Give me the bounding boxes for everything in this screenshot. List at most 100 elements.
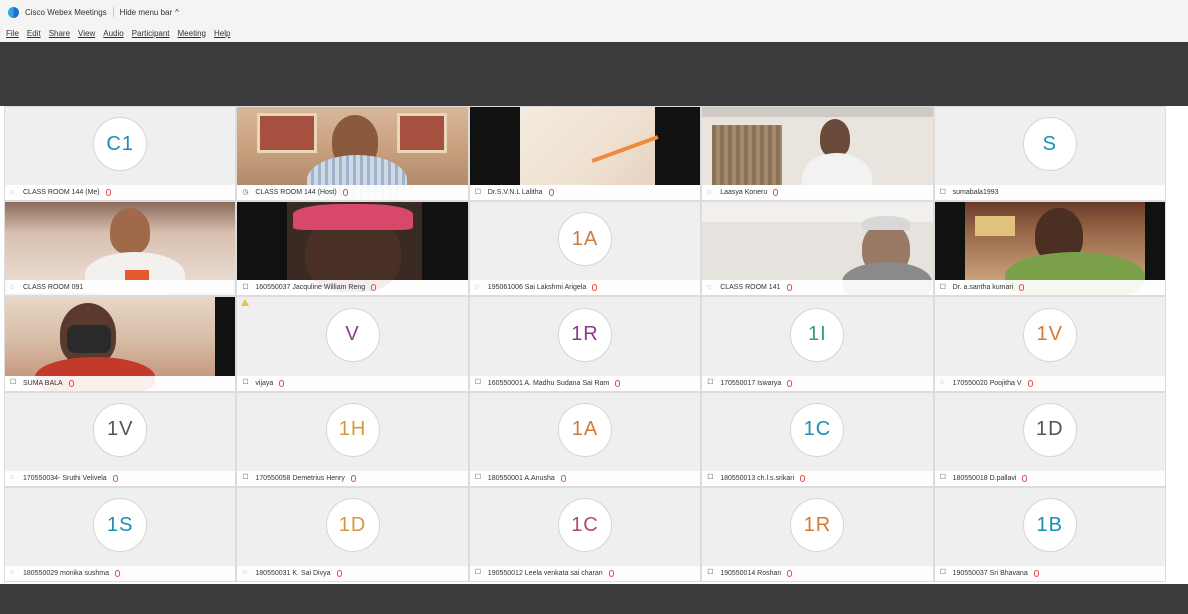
participant-tile[interactable]: 1H ☐ 170550058 Demetrius Henry — [237, 392, 468, 486]
participant-video — [469, 107, 701, 186]
app-title: Cisco Webex Meetings — [25, 7, 107, 17]
participant-tile[interactable]: ◷ CLASS ROOM 144 (Host) — [237, 107, 468, 201]
participant-avatar: 1V — [93, 402, 148, 457]
meeting-header-area — [0, 42, 1188, 106]
muted-microphone-icon — [1022, 474, 1028, 482]
participant-tile[interactable]: S ☐ sumabala1993 — [934, 107, 1165, 201]
muted-microphone-icon — [787, 379, 793, 387]
participant-tile[interactable]: 1B ☐ 190550037 Sri Bhavana — [934, 487, 1165, 581]
muted-microphone-icon — [548, 189, 554, 197]
video-icon: ☐ — [939, 569, 946, 577]
menu-item-view[interactable]: View — [78, 29, 95, 38]
participant-name: SUMA BALA — [23, 379, 63, 387]
muted-microphone-icon — [112, 474, 118, 482]
muted-microphone-icon — [1033, 569, 1039, 577]
participant-label: ☐ 160550037 Jacquline William Reng — [237, 280, 468, 296]
muted-microphone-icon — [800, 474, 806, 482]
participant-label: ◌ Laasya Koneru — [702, 185, 933, 201]
video-icon: ☐ — [10, 379, 17, 387]
muted-microphone-icon — [615, 379, 621, 387]
participant-tile[interactable]: C1 ◌ CLASS ROOM 144 (Me) — [5, 107, 236, 201]
phone-icon: ◌ — [10, 474, 15, 482]
participant-avatar: 1C — [557, 498, 612, 553]
participant-grid: C1 ◌ CLASS ROOM 144 (Me) ◷ CLASS ROOM 144 (… — [4, 106, 1166, 582]
host-icon: ◷ — [242, 188, 249, 196]
participant-tile[interactable]: 1R ☐ 190550014 Roshan — [702, 487, 933, 581]
participant-avatar: 1I — [790, 307, 845, 362]
menu-item-participant[interactable]: Participant — [132, 29, 170, 38]
participant-tile[interactable]: 1D ☐ 180550018 D.pallavi — [934, 392, 1165, 486]
participant-label: ☐ 180550013 ch.l.s.srikari — [702, 470, 933, 486]
menu-item-meeting[interactable]: Meeting — [178, 29, 206, 38]
menu-item-audio[interactable]: Audio — [103, 29, 123, 38]
participant-name: Dr. a.santha kumari — [952, 284, 1014, 292]
participant-label: ☐ 170550017 Iswarya — [702, 375, 933, 391]
participant-tile[interactable]: V ☐ vijaya — [237, 297, 468, 391]
menu-item-file[interactable]: File — [6, 29, 19, 38]
muted-microphone-icon — [608, 569, 614, 577]
participant-avatar: 1C — [790, 402, 845, 457]
participant-video — [702, 107, 933, 201]
participant-label: ☐ 170550058 Demetrius Henry — [237, 470, 468, 486]
participant-tile[interactable]: 1V ◌ 170550034- Sruthi Velivela — [5, 392, 236, 486]
menu-item-help[interactable]: Help — [214, 29, 230, 38]
participant-video — [5, 297, 236, 391]
participant-tile[interactable]: 1D ◌ 180550031 K. Sai Divya — [237, 487, 468, 581]
participant-avatar: 1D — [1022, 402, 1077, 457]
participant-name: 180550001 A.Anusha — [487, 474, 555, 482]
video-icon: ☐ — [474, 188, 482, 196]
participant-tile[interactable]: ◌ Laasya Koneru — [702, 107, 933, 201]
participant-tile[interactable]: ☐ Dr.S.V.N.L Lalitha — [469, 107, 701, 201]
participant-label: ☐ 180550001 A.Anusha — [469, 470, 701, 486]
participant-label: ◌ 195061006 Sai Lakshmi Arigela — [469, 280, 701, 296]
participant-name: 170550017 Iswarya — [720, 379, 782, 387]
participant-name: 180550018 D.pallavi — [952, 474, 1017, 482]
participant-label: ◌ 170550020 Poojitha V — [934, 375, 1165, 391]
phone-icon: ◌ — [939, 379, 944, 387]
participant-name: 190550037 Sri Bhavana — [952, 569, 1028, 577]
menu-item-edit[interactable]: Edit — [27, 29, 41, 38]
participant-label: ☐ Dr. a.santha kumari — [934, 280, 1165, 296]
participant-tile[interactable]: 1C ☐ 180550013 ch.l.s.srikari — [702, 392, 933, 486]
hide-menu-bar-button[interactable]: Hide menu bar — [120, 8, 172, 17]
participant-label: ☐ 190550012 Leela venkata sai charan — [469, 565, 701, 581]
phone-icon: ◌ — [10, 188, 15, 196]
participant-name: CLASS ROOM 144 (Me) — [23, 189, 100, 197]
participant-name: 180550031 K. Sai Divya — [255, 569, 331, 577]
participant-tile[interactable]: 1C ☐ 190550012 Leela venkata sai charan — [469, 487, 701, 581]
participant-name: 180550013 ch.l.s.srikari — [720, 474, 795, 482]
participant-tile[interactable]: ☐ Dr. a.santha kumari — [934, 202, 1165, 296]
participant-tile[interactable]: ☐ SUMA BALA — [5, 297, 236, 391]
participant-tile[interactable]: 1A ☐ 180550001 A.Anusha — [469, 392, 701, 486]
warning-icon — [241, 299, 250, 307]
participant-tile[interactable]: 1I ☐ 170550017 Iswarya — [702, 297, 933, 391]
participant-avatar: 1R — [557, 307, 612, 362]
participant-avatar: 1V — [1022, 307, 1077, 362]
menu-item-share[interactable]: Share — [49, 29, 70, 38]
participant-label: ☐ sumabala1993 — [934, 185, 1165, 201]
video-icon: ☐ — [939, 283, 946, 291]
participant-avatar: 1D — [325, 498, 380, 553]
participant-avatar: 1H — [325, 402, 380, 457]
participant-tile[interactable]: 1R ☐ 160550001 A. Madhu Sudana Sai Ram — [469, 297, 701, 391]
participant-tile[interactable]: 1A ◌ 195061006 Sai Lakshmi Arigela — [469, 202, 701, 296]
participant-avatar: 1B — [1022, 498, 1077, 553]
video-icon: ☐ — [939, 188, 946, 196]
participant-label: ◌ CLASS ROOM 141 — [702, 280, 933, 296]
chevron-up-icon[interactable]: ^ — [175, 8, 179, 17]
phone-icon: ◌ — [10, 283, 15, 291]
participant-name: CLASS ROOM 091 — [23, 284, 84, 292]
participant-tile[interactable]: ☐ 160550037 Jacquline William Reng — [237, 202, 468, 296]
participant-name: 160550001 A. Madhu Sudana Sai Ram — [487, 379, 610, 387]
video-icon: ☐ — [707, 474, 714, 482]
participant-tile[interactable]: 1V ◌ 170550020 Poojitha V — [934, 297, 1165, 391]
participant-avatar: 1A — [557, 212, 612, 267]
participant-tile[interactable]: ◌ CLASS ROOM 141 — [702, 202, 933, 296]
participant-video — [237, 202, 468, 293]
participant-tile[interactable]: ◌ CLASS ROOM 091 — [5, 202, 236, 296]
video-icon: ☐ — [242, 283, 249, 291]
participant-tile[interactable]: 1S ◌ 180550029 monika sushma — [5, 487, 236, 581]
muted-microphone-icon — [773, 189, 779, 197]
muted-microphone-icon — [342, 189, 348, 197]
participant-label: ☐ 180550018 D.pallavi — [934, 470, 1165, 486]
